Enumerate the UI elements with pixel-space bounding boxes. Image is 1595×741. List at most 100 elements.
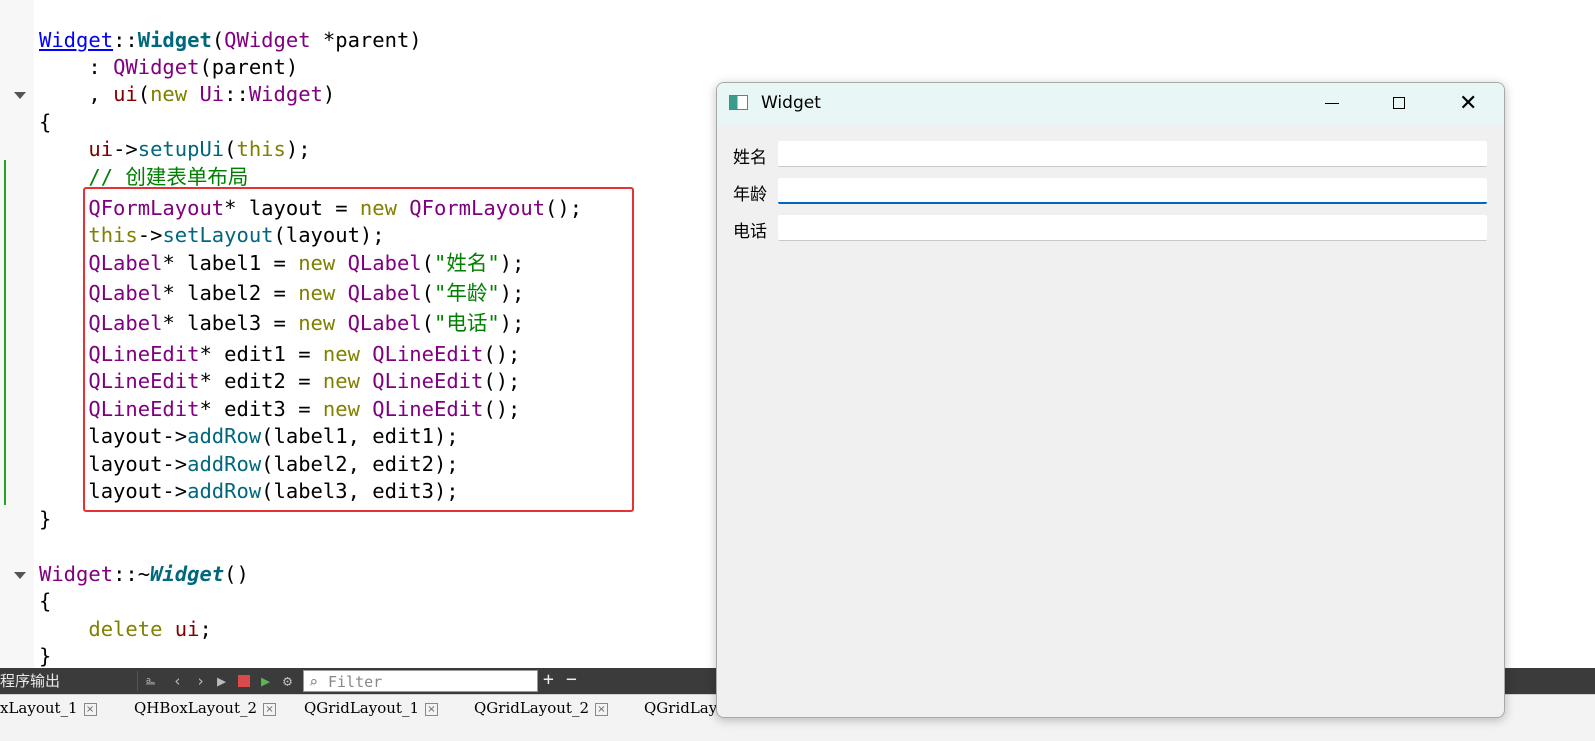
code-token: } <box>39 507 52 531</box>
gear-icon[interactable]: ⚙ <box>283 672 292 690</box>
code-token: -> <box>113 137 138 161</box>
divider <box>137 671 138 691</box>
code-token: new <box>150 82 188 106</box>
age-label: 年龄 <box>733 185 767 205</box>
code-token: ui <box>174 617 200 641</box>
code-token: ; <box>199 617 212 641</box>
close-icon[interactable]: × <box>83 702 97 716</box>
code-token: ui <box>113 82 138 106</box>
maximize-button[interactable] <box>1367 83 1433 125</box>
code-token: ui <box>88 137 114 161</box>
tab-xlayout-1[interactable]: xLayout_1 × <box>0 699 97 721</box>
change-marker <box>4 160 6 505</box>
run-icon[interactable]: ▶ <box>217 672 226 690</box>
window-titlebar[interactable]: Widget ✕ <box>717 83 1504 125</box>
code-token: Widget <box>137 28 212 52</box>
tab-qgridlayout-1[interactable]: QGridLayout_1 × <box>304 699 438 721</box>
code-token: ( <box>224 137 237 161</box>
code-token: ); <box>285 137 311 161</box>
phone-label: 电话 <box>733 222 767 242</box>
code-token: ) <box>322 82 336 106</box>
code-token: , <box>39 82 114 106</box>
code-line[interactable]: Widget::Widget(QWidget *parent) <box>39 26 422 54</box>
close-button[interactable]: ✕ <box>1435 83 1501 125</box>
tab-label: QHBoxLayout_2 <box>134 699 258 717</box>
code-token: QWidget <box>113 55 200 79</box>
code-line[interactable]: } <box>39 505 51 533</box>
code-token: :: <box>113 28 138 52</box>
code-token: Widget <box>150 562 225 586</box>
code-token: Widget <box>39 28 114 52</box>
prev-icon[interactable]: ‹ <box>173 672 182 690</box>
fold-arrow-icon[interactable] <box>14 572 26 579</box>
name-field[interactable] <box>778 141 1487 167</box>
close-icon[interactable]: × <box>263 702 277 716</box>
close-icon: ✕ <box>1459 91 1478 116</box>
tab-label: QGridLayout_1 <box>304 699 419 717</box>
code-token: ( <box>137 82 151 106</box>
code-token: this <box>236 137 286 161</box>
code-token: QWidget <box>224 28 311 52</box>
tab-label: QGridLay <box>644 699 718 717</box>
code-token: } <box>39 644 52 668</box>
code-line[interactable]: delete ui; <box>39 615 212 643</box>
filter-input[interactable]: ⌕ Filter <box>303 670 538 692</box>
code-line[interactable]: } <box>39 642 51 670</box>
tab-label: QGridLayout_2 <box>474 699 589 717</box>
code-line[interactable]: { <box>39 587 51 615</box>
code-line[interactable]: Widget::~Widget() <box>39 560 249 588</box>
code-token: ::~ <box>113 562 151 586</box>
code-token: *parent) <box>310 28 422 52</box>
code-line[interactable]: { <box>39 108 51 136</box>
phone-field[interactable] <box>778 215 1487 241</box>
code-token: setupUi <box>137 137 225 161</box>
tab-qgridlayout-2[interactable]: QGridLayout_2 × <box>474 699 608 721</box>
editor-gutter <box>0 0 34 686</box>
next-icon[interactable]: › <box>196 672 205 690</box>
code-token: delete <box>88 617 163 641</box>
code-line[interactable]: ui->setupUi(this); <box>39 135 311 163</box>
output-panel-title[interactable]: 程序输出 <box>0 670 60 691</box>
code-token: Ui <box>199 82 225 106</box>
code-token: : <box>39 55 114 79</box>
code-token: Widget <box>248 82 323 106</box>
code-line[interactable]: , ui(new Ui::Widget) <box>39 80 335 108</box>
name-label: 姓名 <box>733 148 767 168</box>
stop-icon[interactable] <box>238 675 250 687</box>
code-token: ( <box>211 28 225 52</box>
attach-icon[interactable]: ▶ <box>261 672 270 690</box>
add-button[interactable]: + <box>543 669 554 690</box>
remove-button[interactable]: − <box>566 669 577 690</box>
tab-qgridlayout-3[interactable]: QGridLay <box>644 699 717 721</box>
filter-placeholder: Filter <box>328 673 383 691</box>
clear-icon[interactable]: ⎁ <box>146 672 155 690</box>
code-token: () <box>224 562 249 586</box>
close-icon[interactable]: × <box>595 702 608 716</box>
fold-arrow-icon[interactable] <box>14 92 26 99</box>
code-token: { <box>39 589 52 613</box>
minimize-button[interactable] <box>1299 83 1365 125</box>
widget-window[interactable]: Widget ✕ 姓名 年龄 电话 <box>716 82 1505 718</box>
code-line[interactable]: : QWidget(parent) <box>39 53 298 81</box>
code-token: { <box>39 110 52 134</box>
code-token: (parent) <box>199 55 299 79</box>
tab-qhboxlayout-2[interactable]: QHBoxLayout_2 × <box>134 699 277 721</box>
tab-label: xLayout_1 <box>0 699 78 717</box>
code-token: // 创建表单布局 <box>39 165 249 189</box>
window-title: Widget <box>761 93 821 113</box>
age-field[interactable] <box>778 178 1487 204</box>
search-icon: ⌕ <box>309 673 319 691</box>
close-icon[interactable]: × <box>425 702 438 716</box>
